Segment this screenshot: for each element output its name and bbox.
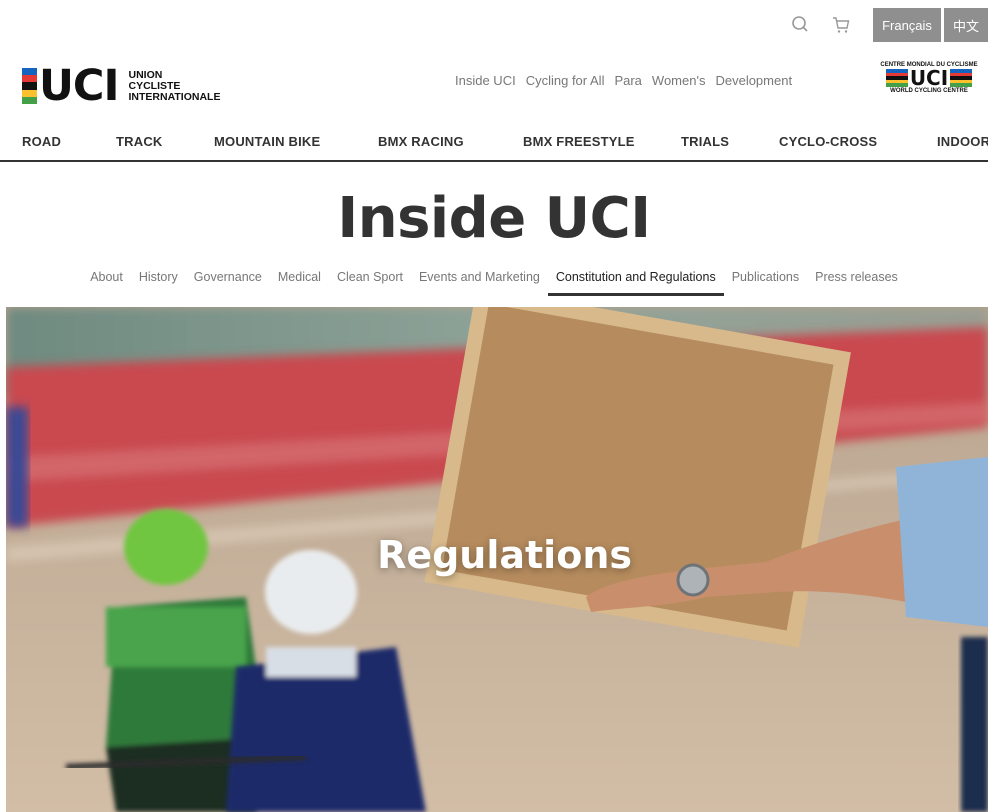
logo-wordmark: UNION CYCLISTE INTERNATIONALE bbox=[128, 68, 221, 103]
wcc-left-bars-icon bbox=[885, 69, 908, 87]
topnav-womens[interactable]: Women's bbox=[652, 73, 706, 88]
top-navigation: Inside UCI Cycling for All Para Women's … bbox=[455, 73, 802, 88]
world-cycling-centre-logo[interactable]: CENTRE MONDIAL DU CYCLISME UCI WORLD CYC… bbox=[870, 62, 988, 106]
discipline-track[interactable]: TRACK bbox=[116, 134, 163, 149]
cart-icon[interactable] bbox=[830, 14, 852, 36]
subnav-publications[interactable]: Publications bbox=[732, 270, 799, 296]
discipline-trials[interactable]: TRIALS bbox=[681, 134, 729, 149]
discipline-road[interactable]: ROAD bbox=[22, 134, 61, 149]
search-icon[interactable] bbox=[790, 14, 812, 36]
subnav-governance[interactable]: Governance bbox=[194, 270, 262, 296]
language-chinese-button[interactable]: 中文 bbox=[944, 8, 988, 42]
rainbow-bars-icon bbox=[22, 68, 37, 105]
logo-line-1: UNION bbox=[128, 68, 163, 81]
topnav-para[interactable]: Para bbox=[614, 73, 641, 88]
discipline-indoor[interactable]: INDOOR bbox=[937, 134, 988, 149]
subnav-medical[interactable]: Medical bbox=[278, 270, 321, 296]
logo-letters: UCI bbox=[39, 61, 119, 111]
hero-banner: Regulations bbox=[6, 307, 988, 812]
subnav-constitution-regulations[interactable]: Constitution and Regulations bbox=[547, 270, 724, 296]
discipline-bmx-freestyle[interactable]: BMX FREESTYLE bbox=[523, 134, 635, 149]
subnav-press-releases[interactable]: Press releases bbox=[815, 270, 898, 296]
discipline-bar: ROAD TRACK MOUNTAIN BIKE BMX RACING BMX … bbox=[0, 126, 988, 162]
subnav-clean-sport[interactable]: Clean Sport bbox=[337, 270, 403, 296]
subnav-history[interactable]: History bbox=[139, 270, 178, 296]
wcc-mark: UCI bbox=[870, 66, 988, 90]
subnav-events-marketing[interactable]: Events and Marketing bbox=[419, 270, 540, 296]
uci-logo[interactable]: UCI UNION CYCLISTE INTERNATIONALE bbox=[22, 61, 221, 111]
page-title: Inside UCI bbox=[337, 186, 651, 251]
discipline-cyclo-cross[interactable]: CYCLO-CROSS bbox=[779, 134, 877, 149]
logo-line-3: INTERNATIONALE bbox=[128, 90, 221, 103]
utility-bar: Français 中文 bbox=[790, 8, 988, 42]
topnav-development[interactable]: Development bbox=[715, 73, 792, 88]
discipline-bmx-racing[interactable]: BMX RACING bbox=[378, 134, 464, 149]
wcc-bottom-text: WORLD CYCLING CENTRE bbox=[890, 88, 968, 94]
subnav-about[interactable]: About bbox=[90, 270, 123, 296]
language-french-button[interactable]: Français bbox=[873, 8, 941, 42]
logo-line-2: CYCLISTE bbox=[128, 79, 181, 92]
discipline-mountain-bike[interactable]: MOUNTAIN BIKE bbox=[214, 134, 320, 149]
topnav-cycling-for-all[interactable]: Cycling for All bbox=[526, 73, 605, 88]
topnav-inside-uci[interactable]: Inside UCI bbox=[455, 73, 516, 88]
wcc-letters: UCI bbox=[909, 66, 949, 90]
hero-title: Regulations bbox=[377, 533, 632, 577]
wcc-right-bars-icon bbox=[950, 69, 973, 87]
section-subnav: About History Governance Medical Clean S… bbox=[0, 270, 988, 296]
